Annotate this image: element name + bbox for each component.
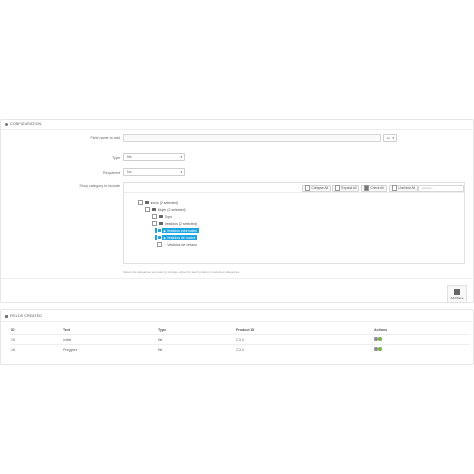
checkbox[interactable] [145, 206, 151, 213]
folder-icon [158, 215, 164, 218]
configuration-panel: CONFIGURATION Field name to add en ▾ Type… [0, 119, 474, 303]
categories-label: Shop category to include [79, 184, 120, 188]
required-select[interactable]: No ▾ [123, 168, 185, 176]
check-icon [364, 185, 370, 191]
field-name-label: Field name to add [90, 136, 120, 140]
tree-item-inicio[interactable]: Inicio (2 selected) [138, 199, 178, 206]
tree-item-vestidos[interactable]: Vestidos (2 selected) [152, 220, 197, 227]
uncheck-all-button[interactable]: Uncheck All [389, 184, 419, 192]
delete-icon[interactable] [378, 347, 382, 351]
col-id: ID [11, 328, 15, 332]
delete-icon[interactable] [378, 337, 382, 341]
category-search-input[interactable]: search... [418, 184, 464, 192]
save-button[interactable]: Add/Save [447, 285, 467, 303]
tree-item-vestidos-informales[interactable]: ◆ Vestidos informales [155, 227, 200, 234]
tree-item-vestidos-de-verano[interactable]: ○ Vestidos de verano [157, 241, 197, 248]
table-header-row: ID Text Type Product ID Actions [10, 326, 470, 335]
field-name-input[interactable] [123, 134, 381, 142]
checkbox[interactable] [138, 199, 144, 206]
expand-icon [335, 185, 341, 191]
folder-open-icon [158, 222, 164, 225]
gear-icon [5, 122, 8, 126]
categories-hint: Select the categories you want to change… [123, 270, 240, 274]
checkbox[interactable] [152, 213, 158, 220]
checkbox-checked[interactable] [157, 234, 163, 241]
checkbox-checked[interactable] [157, 227, 163, 234]
type-select[interactable]: file ▾ [123, 153, 185, 161]
table-row: 15 Initial file 2,3,4 [10, 334, 470, 345]
type-label: Type [112, 156, 120, 160]
checkbox[interactable] [157, 241, 163, 248]
leaf-icon: ◆ [163, 228, 166, 233]
table-row: 16 Preggers file 2,3,4 [10, 344, 470, 354]
required-label: Requiered [102, 171, 120, 175]
collapse-all-button[interactable]: Collapse All [302, 184, 332, 192]
fields-table: ID Text Type Product ID Actions 15 Initi… [10, 326, 470, 354]
folder-open-icon [151, 208, 157, 211]
tree-item-tops[interactable]: Tops [152, 213, 172, 220]
list-icon [5, 314, 8, 318]
configuration-header: CONFIGURATION [5, 122, 41, 126]
checkbox[interactable] [152, 220, 158, 227]
fields-created-title: FIELDS CREATED [10, 314, 42, 318]
fields-created-panel: FIELDS CREATED ID Text Type Product ID A… [0, 309, 474, 365]
tree-item-mujer[interactable]: Mujer (2 selected) [145, 206, 186, 213]
col-type: Type [158, 328, 167, 332]
save-icon [454, 288, 460, 295]
caret-down-icon: ▾ [180, 170, 182, 174]
tree-item-vestidos-de-noche[interactable]: ◆ Vestidos de noche [155, 234, 198, 241]
collapse-icon [305, 185, 311, 191]
edit-icon[interactable] [374, 347, 378, 351]
fields-created-header: FIELDS CREATED [5, 314, 42, 318]
col-text: Text [63, 328, 71, 332]
leaf-icon: ○ [163, 242, 166, 247]
folder-open-icon [144, 201, 150, 204]
leaf-icon: ◆ [163, 235, 166, 240]
caret-down-icon: ▾ [180, 155, 182, 159]
category-tree: Collapse All Expand All Check All Unchec… [123, 182, 465, 264]
configuration-title: CONFIGURATION [10, 122, 42, 126]
language-select[interactable]: en ▾ [383, 134, 397, 142]
col-actions: Actions [374, 328, 388, 332]
caret-down-icon: ▾ [392, 136, 394, 140]
check-all-button[interactable]: Check All [361, 184, 387, 192]
expand-all-button[interactable]: Expand All [332, 184, 360, 192]
col-product-id: Product ID [236, 328, 255, 332]
edit-icon[interactable] [374, 337, 378, 341]
uncheck-icon [392, 185, 398, 191]
